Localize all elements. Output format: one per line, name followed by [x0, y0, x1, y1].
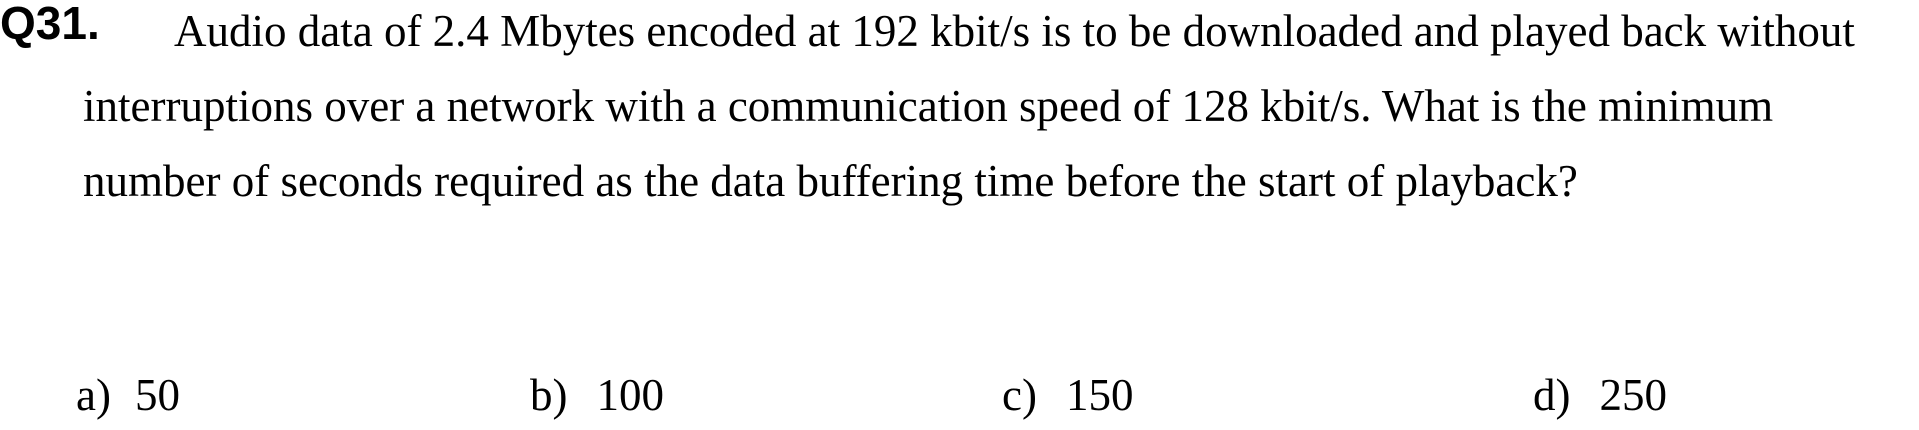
option-label: a) [76, 370, 111, 420]
option-b: b) 100 [530, 360, 664, 430]
option-d: d) 250 [1533, 360, 1667, 430]
option-label: b) [530, 370, 568, 420]
option-value: 150 [1065, 370, 1134, 420]
question-text: Audio data of 2.4 Mbytes encoded at 192 … [83, 6, 1855, 206]
option-c: c) 150 [1002, 360, 1133, 430]
option-label: c) [1002, 370, 1037, 420]
answer-options: a) 50 b) 100 c) 150 d) 250 [0, 360, 1919, 430]
option-a: a) 50 [76, 360, 180, 430]
option-label: d) [1533, 370, 1571, 420]
option-value: 250 [1599, 370, 1668, 420]
option-value: 100 [596, 370, 665, 420]
option-value: 50 [134, 370, 180, 420]
question-block: Q31. Audio data of 2.4 Mbytes encoded at… [0, 0, 1919, 421]
